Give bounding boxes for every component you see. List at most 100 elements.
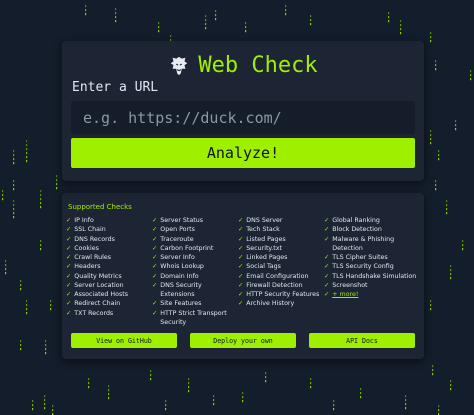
check-item: ✓ TLS Security Config [324,262,420,271]
check-item: ✓ Email Configuration [238,272,322,281]
check-label: DNS Records [74,235,115,243]
check-item: ✓ Archive History [238,299,322,308]
check-icon: ✓ [238,291,244,298]
deploy-button[interactable]: Deploy your own [190,333,296,348]
check-label: TLS Security Config [332,263,394,271]
check-item: ✓ TLS Cipher Suites [324,253,420,262]
check-icon: ✓ [238,263,244,271]
more-checks-link[interactable]: ✓ + more! [324,290,420,299]
check-item: ✓ Screenshot [324,281,420,290]
check-icon: ✓ [66,217,72,224]
check-label: Associated Hosts [74,291,129,298]
check-icon: ✓ [324,226,330,234]
check-label: Tech Stack [246,226,280,234]
check-icon: ✓ [66,300,72,308]
github-button[interactable]: View on GitHub [71,333,177,348]
check-icon: ✓ [238,300,244,308]
check-label: Quality Metrics [74,272,122,280]
check-item: ✓ HTTP Security Features [238,290,322,299]
check-item: ✓ HTTP Strict Transport Security [152,309,236,328]
check-label: TXT Records [74,309,114,317]
check-label: Server Location [74,281,124,289]
app-header: Web Check [62,51,424,81]
check-icon: ✓ [152,235,158,243]
check-label: Traceroute [160,235,194,243]
check-item: ✓ DNS Server [238,216,322,225]
check-item: ✓ Server Status [152,216,236,225]
check-item: ✓ Tech Stack [238,225,322,234]
check-label: Email Configuration [246,272,309,280]
lion-icon [171,56,188,76]
check-icon: ✓ [324,272,330,280]
check-label: Social Tags [246,263,281,271]
check-icon: ✓ [152,309,158,317]
check-item: ✓ Security.txt [238,244,322,253]
checks-column: ✓ Server Status ✓ Open Ports ✓ Traceroute ✓ Car… [152,216,236,327]
check-label: Domain Info [160,272,199,280]
check-icon: ✓ [66,226,72,234]
supported-checks-heading: Supported Checks [68,203,132,211]
check-item: ✓ Firewall Detection [238,281,322,290]
check-label: Headers [74,263,101,271]
check-label: DNS Server [246,217,283,224]
check-item: ✓ Crawl Rules [66,253,150,262]
check-item: ✓ Carbon Footprint [152,244,236,253]
supported-checks-card: Supported Checks ✓ IP Info ✓ SSL Chain ✓ DNS … [62,193,424,359]
check-icon: ✓ [66,235,72,243]
check-label: Screenshot [332,281,368,289]
check-item: ✓ Redirect Chain [66,299,150,308]
check-icon: ✓ [66,244,72,252]
check-icon: ✓ [324,217,330,224]
check-label: Listed Pages [246,235,286,243]
check-label: IP Info [74,217,94,224]
url-input[interactable] [71,101,415,134]
check-item: ✓ Domain Info [152,272,236,281]
checks-column: ✓ IP Info ✓ SSL Chain ✓ DNS Records ✓ Cookies ✓ C… [66,216,150,318]
check-label: Block Detection [332,226,382,234]
check-item: ✓ TLS Handshake Simulation [324,272,420,281]
check-item: ✓ Open Ports [152,225,236,234]
check-icon: ✓ [152,300,158,308]
check-item: ✓ DNS Security Extensions [152,281,236,300]
check-label: Open Ports [160,226,195,234]
check-label: SSL Chain [74,226,106,234]
check-icon: ✓ [238,226,244,234]
checks-column: ✓ DNS Server ✓ Tech Stack ✓ Listed Pages ✓ Secu… [238,216,322,309]
check-icon: ✓ [238,244,244,252]
check-icon: ✓ [152,254,158,261]
analyze-button[interactable]: Analyze! [71,138,415,168]
app-title: Web Check [198,53,318,78]
check-icon: ✓ [66,272,72,280]
check-icon: ✓ [152,244,158,252]
check-label: HTTP Security Features [246,291,320,298]
check-item: ✓ Block Detection [324,225,420,234]
check-item: ✓ Server Location [66,281,150,290]
check-label: TLS Cipher Suites [332,254,388,261]
check-label: + more! [332,291,359,298]
api-docs-button[interactable]: API Docs [309,333,415,348]
checks-list: ✓ IP Info ✓ SSL Chain ✓ DNS Records ✓ Cookies ✓ C… [66,216,420,332]
search-card: Web Check Enter a URL Analyze! [62,41,424,181]
check-item: ✓ Associated Hosts [66,290,150,299]
check-icon: ✓ [152,281,158,289]
check-icon: ✓ [324,291,330,298]
check-item: ✓ DNS Records [66,235,150,244]
check-item: ✓ Whois Lookup [152,262,236,271]
check-label: Server Info [160,254,195,261]
check-icon: ✓ [152,226,158,234]
check-item: ✓ Traceroute [152,235,236,244]
check-label: Cookies [74,244,99,252]
check-icon: ✓ [152,272,158,280]
check-icon: ✓ [66,254,72,261]
check-item: ✓ Cookies [66,244,150,253]
check-label: Redirect Chain [74,300,121,308]
check-icon: ✓ [238,235,244,243]
check-label: TLS Handshake Simulation [332,272,417,280]
check-item: ✓ Headers [66,262,150,271]
checks-column: ✓ Global Ranking ✓ Block Detection ✓ Malware … [324,216,420,299]
check-icon: ✓ [66,281,72,289]
check-icon: ✓ [152,263,158,271]
check-label: Site Features [160,300,202,308]
check-label: Server Status [160,217,203,224]
check-label: Malware & Phishing Detection [332,235,395,252]
